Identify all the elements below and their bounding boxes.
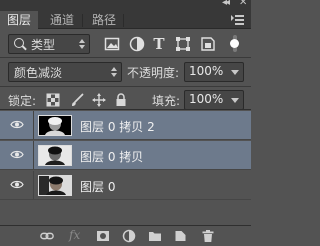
fx-icon[interactable]: fx [69,228,80,242]
panel-menu-icon[interactable] [231,12,247,27]
filter-toggle-knob [230,39,239,48]
panel-top-strip: ◂◂ ✕ [0,0,251,11]
opacity-label: 不透明度: [127,66,180,80]
fill-field[interactable]: 100% [184,90,244,110]
layer-row[interactable]: 图层 0 拷贝 [0,141,251,170]
new-layer-icon[interactable] [174,229,188,243]
row-divider [33,111,34,139]
layer-row[interactable]: 图层 0 [0,171,251,200]
row-divider [33,171,34,199]
lock-all-icon[interactable] [114,93,128,107]
eye-icon[interactable] [10,120,24,129]
chevron-down-icon [231,98,239,103]
blend-mode-value: 颜色减淡 [14,66,63,80]
layers-list: 图层 0 拷贝 2 图层 0 拷贝 图层 0 [0,110,251,229]
adjustment-filter-icon[interactable] [129,36,145,52]
collapse-panel-icon[interactable]: ◂◂ [222,0,230,8]
tab-divider [82,14,83,27]
link-layers-icon[interactable] [40,229,54,243]
chevron-updown-icon [79,39,86,49]
tab-paths[interactable]: 路径 [86,11,122,29]
adjustment-layer-icon[interactable] [122,229,136,243]
smart-object-filter-icon[interactable] [200,36,216,52]
lock-transparent-pixels-icon[interactable] [46,93,60,107]
opacity-field[interactable]: 100% [184,62,244,82]
layer-name[interactable]: 图层 0 拷贝 [80,148,143,165]
group-folder-icon[interactable] [148,229,162,243]
layers-bottom-toolbar: fx [0,225,251,246]
layer-thumbnail [38,145,72,166]
divider [0,86,251,87]
layer-thumbnail [38,175,72,196]
filter-kind-label: 类型 [31,38,56,52]
blend-mode-select[interactable]: 颜色减淡 [8,62,122,82]
fill-label: 填充: [152,94,181,108]
chevron-updown-icon [111,67,118,77]
layer-name[interactable]: 图层 0 [80,178,115,195]
tab-channels[interactable]: 通道 [44,11,80,29]
tab-divider [123,14,124,27]
chevron-down-icon [231,70,239,75]
type-filter-icon[interactable]: T [151,36,167,52]
filter-kind-select[interactable]: 类型 [8,34,90,54]
search-icon [14,38,24,48]
layers-panel: ◂◂ ✕ 图层 通道 路径 类型 T 颜色减淡 不透明度: 100% 锁定: 填… [0,0,251,246]
layer-row[interactable]: 图层 0 拷贝 2 [0,111,251,140]
layer-name[interactable]: 图层 0 拷贝 2 [80,118,155,135]
layer-thumbnail [38,115,72,136]
lock-position-icon[interactable] [92,93,106,107]
eye-icon[interactable] [10,150,24,159]
lock-image-pixels-icon[interactable] [70,93,84,107]
eye-icon[interactable] [10,180,24,189]
opacity-value: 100% [189,64,224,78]
lock-label: 锁定: [8,94,37,108]
shape-filter-icon[interactable] [175,36,191,52]
image-filter-icon[interactable] [104,36,120,52]
add-mask-icon[interactable] [96,229,110,243]
trash-icon[interactable] [201,229,215,243]
divider [0,57,251,58]
tab-bar: 图层 通道 路径 [0,11,251,30]
row-divider [33,141,34,169]
tab-layers[interactable]: 图层 [0,11,38,30]
fill-value: 100% [189,92,224,106]
close-panel-icon[interactable]: ✕ [239,0,247,8]
